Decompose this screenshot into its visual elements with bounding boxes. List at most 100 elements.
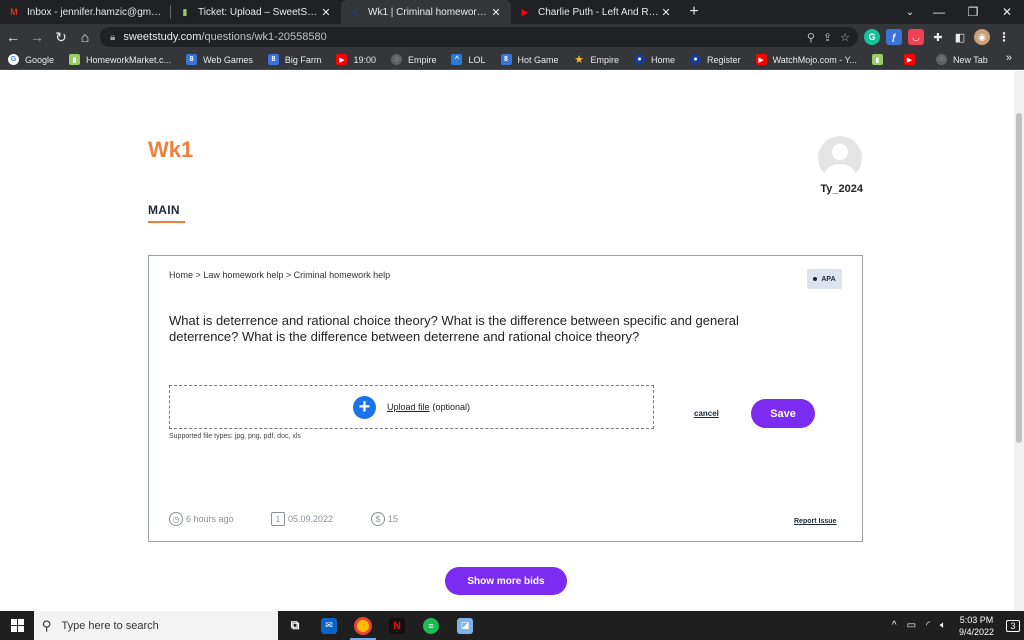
search-icon: ⚲ (42, 617, 52, 633)
puzzle-icon[interactable]: ✚ (930, 29, 946, 45)
url-host: sweetstudy.com (123, 31, 202, 43)
bookmark-homeworkmarket[interactable]: ▮ HomeworkMarket.c... (69, 54, 171, 65)
upload-dropzone[interactable]: + Upload file (optional) (169, 385, 654, 429)
dot-icon (813, 277, 818, 281)
upload-optional-label: (optional) (432, 402, 471, 412)
tab-youtube[interactable]: ▶ Charlie Puth - Left And Right (fea ✕ (511, 0, 681, 24)
tab-title: Wk1 | Criminal homework help (368, 6, 489, 18)
address-bar[interactable]: 🔒︎ sweetstudy.com/questions/wk1-20558580… (100, 27, 858, 47)
close-icon[interactable]: ✕ (489, 6, 503, 19)
pocket-icon[interactable]: ◡ (908, 29, 924, 45)
reload-icon[interactable]: ↻ (50, 26, 72, 48)
notification-icon[interactable]: 3 (1002, 611, 1024, 640)
breadcrumb-criminal[interactable]: Criminal homework help (294, 270, 391, 280)
bookmark-web-games[interactable]: 8 Web Games (186, 54, 253, 65)
question-card: Home > Law homework help > Criminal home… (148, 255, 863, 542)
chrome-icon[interactable] (346, 611, 380, 640)
clock-date: 9/4/2022 (958, 626, 994, 637)
youtube-icon: ▶ (336, 54, 348, 65)
sweetstudy-circle-icon: ● (634, 54, 646, 65)
save-button[interactable]: Save (751, 399, 815, 428)
bookmark-star-icon[interactable]: ☆ (840, 31, 850, 44)
chevron-down-icon[interactable]: ⌄ (900, 0, 920, 24)
show-more-bids-button[interactable]: Show more bids (445, 567, 567, 595)
bookmark-empire-star[interactable]: ★ Empire (574, 54, 619, 66)
battery-icon[interactable]: ▭ (907, 620, 916, 631)
app-icon[interactable]: ◪ (448, 611, 482, 640)
bookmark-youtube[interactable]: ▶ (903, 54, 921, 65)
bookmark-lol[interactable]: ^ LOL (451, 54, 486, 65)
tab-sweetstudy-ticket[interactable]: ▮ Ticket: Upload – SweetStudy.com ✕ (171, 0, 341, 24)
wifi-icon[interactable]: ◜ (926, 620, 930, 631)
youtube-icon: ▶ (755, 54, 767, 65)
windows-start-icon[interactable] (0, 611, 34, 640)
breadcrumb-law[interactable]: Law homework help (203, 270, 283, 280)
supported-file-types: Supported file types: jpg, png, pdf, doc… (169, 433, 301, 440)
mail-icon[interactable]: ✉ (312, 611, 346, 640)
back-arrow-icon[interactable]: ← (2, 26, 24, 48)
notification-count: 3 (1006, 619, 1020, 632)
restore-icon[interactable]: ❐ (956, 0, 990, 24)
report-issue-link[interactable]: Report Issue (794, 518, 836, 525)
close-window-icon[interactable]: ✕ (990, 0, 1024, 24)
share-icon[interactable]: ⇪ (823, 31, 832, 44)
bookmark-empire[interactable]: ◌ Empire (390, 54, 436, 65)
tab-main[interactable]: MAIN (148, 203, 180, 217)
due-date: 1 05.09.2022 (271, 512, 333, 526)
youtube-icon: ▶ (521, 6, 529, 17)
home-icon[interactable]: ⌂ (74, 26, 96, 48)
spotify-icon[interactable]: ≡ (414, 611, 448, 640)
minimize-icon[interactable]: — (922, 0, 956, 24)
extension-icons: G ƒ ◡ ✚ ◧ ◉ ⋮ (864, 27, 1012, 47)
homeworkmarket-icon: ▮ (69, 54, 81, 65)
dollar-icon: $ (371, 512, 385, 526)
window-controls: — ❐ ✕ (922, 0, 1024, 24)
close-icon[interactable]: ✕ (319, 6, 333, 19)
upload-file-link[interactable]: Upload file (387, 402, 430, 412)
bookmarks-bar: G Google ▮ HomeworkMarket.c... 8 Web Games … (0, 50, 1024, 70)
bookmark-watchmojo[interactable]: ▶ WatchMojo.com - Y... (755, 54, 857, 65)
sweetstudy-icon: ▮ (182, 6, 188, 17)
youtube-icon: ▶ (903, 54, 915, 65)
new-tab-button[interactable]: + (681, 0, 707, 24)
task-view-icon[interactable]: ⧉ (278, 611, 312, 640)
tab-gmail[interactable]: M Inbox - jennifer.hamzic@gmail.co (0, 0, 170, 24)
close-icon[interactable]: ✕ (659, 6, 673, 19)
sidepanel-icon[interactable]: ◧ (952, 29, 968, 45)
avatar[interactable] (818, 136, 862, 180)
cancel-button[interactable]: cancel (694, 409, 719, 418)
bookmark-new-tab[interactable]: ◌ New Tab (935, 54, 988, 65)
avatar[interactable]: ◉ (974, 29, 990, 45)
bookmark-homeworkmarket-2[interactable]: ▮ (871, 54, 889, 65)
volume-icon[interactable]: 🔈︎ (940, 620, 946, 631)
url-path: /questions/wk1-20558580 (201, 31, 327, 43)
breadcrumb-separator: > (195, 270, 201, 280)
grammarly-icon[interactable]: G (864, 29, 880, 45)
netflix-icon[interactable]: N (380, 611, 414, 640)
chevron-up-icon[interactable]: ^ (892, 620, 897, 631)
bookmark-1900[interactable]: ▶ 19:00 (336, 54, 376, 65)
page-title: Wk1 (148, 137, 194, 162)
breadcrumb-home[interactable]: Home (169, 270, 193, 280)
bookmark-google[interactable]: G Google (8, 54, 54, 65)
scrollbar[interactable] (1014, 71, 1024, 611)
bookmark-home[interactable]: ● Home (634, 54, 675, 65)
bookmark-hot-game[interactable]: 8 Hot Game (500, 54, 559, 65)
plus-icon[interactable]: + (352, 395, 376, 419)
bookmark-big-farm[interactable]: 8 Big Farm (267, 54, 321, 65)
calendar-icon: 1 (271, 512, 285, 526)
hot-game-icon: 8 (500, 54, 512, 65)
taskbar-search-input[interactable]: ⚲ Type here to search (34, 611, 278, 640)
tab-underline (148, 221, 185, 223)
zoom-icon[interactable]: ⚲ (807, 31, 815, 44)
extension-badge-icon[interactable]: ƒ (886, 29, 902, 45)
bookmark-register[interactable]: ● Register (690, 54, 741, 65)
chevron-right-icon[interactable]: » (1006, 52, 1012, 64)
menu-dots-icon[interactable]: ⋮ (996, 29, 1012, 45)
forward-arrow-icon[interactable]: → (26, 26, 48, 48)
sweetstudy-circle-icon: ● (352, 7, 358, 17)
sweetstudy-circle-icon: ● (690, 54, 702, 65)
tab-wk1-criminal[interactable]: ● Wk1 | Criminal homework help ✕ (341, 0, 511, 24)
taskbar-clock[interactable]: 5:03 PM 9/4/2022 (959, 614, 994, 638)
username[interactable]: Ty_2024 (800, 183, 863, 195)
